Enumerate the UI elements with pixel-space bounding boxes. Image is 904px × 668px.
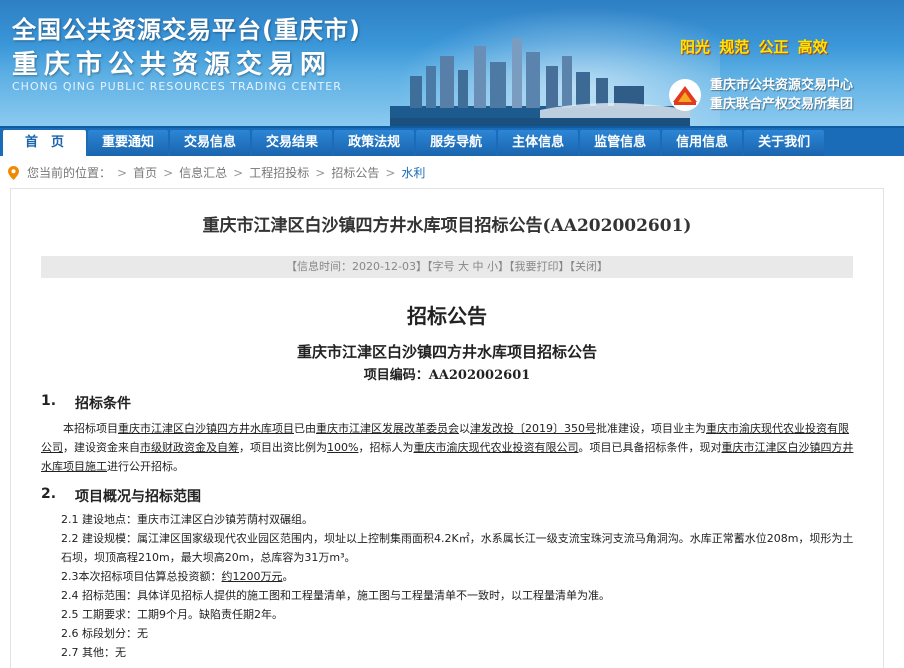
para-text: 本招标项目 xyxy=(63,422,118,435)
para-underlined: 津发改投〔2019〕350号 xyxy=(470,422,596,435)
header-banner: 全国公共资源交易平台(重庆市) 重庆市公共资源交易网 CHONG QING PU… xyxy=(0,0,904,126)
breadcrumb-prefix: 您当前的位置： xyxy=(27,166,112,180)
article-title: 重庆市江津区白沙镇四方井水库项目招标公告(AA202002601) xyxy=(202,216,692,236)
close-link[interactable]: 【关闭】 xyxy=(569,260,608,273)
site-subtitle: 重庆市公共资源交易网 xyxy=(12,50,333,80)
list-item: 2.1 建设地点：重庆市江津区白沙镇芳荫村双碾组。 xyxy=(61,513,313,526)
font-size-large-link[interactable]: 大 xyxy=(458,260,469,273)
nav-item-policies[interactable]: 政策法规 xyxy=(334,130,415,156)
nav-item-credit[interactable]: 信用信息 xyxy=(662,130,743,156)
para-text: ，建设资金来自 xyxy=(63,441,140,454)
breadcrumb-home[interactable]: 首页 xyxy=(133,156,157,190)
org-name-1: 重庆市公共资源交易中心 xyxy=(710,78,854,93)
list-item: 2.5 工期要求：工期9个月。缺陷责任期2年。 xyxy=(61,608,283,621)
para-underlined: 重庆市渝庆现代农业投资有限公司 xyxy=(413,441,579,454)
breadcrumb-separator: > xyxy=(315,166,326,180)
breadcrumb-separator: > xyxy=(117,166,128,180)
item-suffix: 。 xyxy=(282,570,294,583)
list-item: 2.4 招标范围：具体详见招标人提供的施工图和工程量清单，施工图与工程量清单不一… xyxy=(61,589,610,602)
section-title: 招标条件 xyxy=(75,396,131,412)
nav-item-home[interactable]: 首 页 xyxy=(3,130,87,156)
para-text: 。项目已具备招标条件，现对 xyxy=(578,441,722,454)
breadcrumb-separator: > xyxy=(233,166,244,180)
nav-item-notices[interactable]: 重要通知 xyxy=(88,130,169,156)
nav-item-entities[interactable]: 主体信息 xyxy=(498,130,579,156)
project-overview-list: 2.1 建设地点：重庆市江津区白沙镇芳荫村双碾组。 2.2 建设规模：属江津区国… xyxy=(11,510,883,662)
item-prefix: 2.3本次招标项目估算总投资额： xyxy=(61,570,222,583)
breadcrumb-tender-notice[interactable]: 招标公告 xyxy=(331,156,379,190)
font-size-small-link[interactable]: 小】 xyxy=(487,260,509,273)
org-name-2: 重庆联合产权交易所集团 xyxy=(710,97,854,112)
list-item: 2.2 建设规模：属江津区国家级现代农业园区范围内，坝址以上控制集雨面积4.2K… xyxy=(61,532,854,564)
article-container: 重庆市江津区白沙镇四方井水库项目招标公告(AA202002601) 【信息时间：… xyxy=(10,188,884,668)
section-number: 2. xyxy=(41,486,57,502)
para-underlined: 市级财政资金及自筹 xyxy=(140,441,239,454)
para-text: 以 xyxy=(459,422,470,435)
section-title: 项目概况与招标范围 xyxy=(75,489,201,505)
nav-item-trade-results[interactable]: 交易结果 xyxy=(252,130,333,156)
site-title: 全国公共资源交易平台(重庆市) xyxy=(12,16,361,44)
breadcrumb-engineering[interactable]: 工程招投标 xyxy=(249,156,309,190)
site-title-english: CHONG QING PUBLIC RESOURCES TRADING CENT… xyxy=(12,80,342,93)
para-underlined: 100% xyxy=(327,441,359,454)
section-number: 1. xyxy=(41,393,57,409)
nav-item-services[interactable]: 服务导航 xyxy=(416,130,497,156)
project-code: 项目编码：AA202002601 xyxy=(363,368,531,383)
nav-item-trade-info[interactable]: 交易信息 xyxy=(170,130,251,156)
info-time: 【信息时间：2020-12-03】 xyxy=(286,260,427,273)
breadcrumb-separator: > xyxy=(385,166,396,180)
breadcrumb: 您当前的位置： > 首页 > 信息汇总 > 工程招投标 > 招标公告 > 水利 xyxy=(0,156,904,190)
location-pin-icon xyxy=(8,166,19,180)
para-underlined: 重庆市江津区发展改革委员会 xyxy=(316,422,459,435)
para-text: 批准建设，项目业主为 xyxy=(596,422,706,435)
para-text: 进行公开招标。 xyxy=(107,460,184,473)
para-underlined: 重庆市江津区白沙镇四方井水库项目 xyxy=(118,422,294,435)
nav-item-supervision[interactable]: 监管信息 xyxy=(580,130,661,156)
org-names: 重庆市公共资源交易中心 重庆联合产权交易所集团 xyxy=(710,76,853,114)
nav-item-about[interactable]: 关于我们 xyxy=(744,130,825,156)
list-item: 2.3本次招标项目估算总投资额：约1200万元。 xyxy=(61,567,857,586)
tender-conditions-paragraph: 本招标项目重庆市江津区白沙镇四方井水库项目已由重庆市江津区发展改革委员会以津发改… xyxy=(41,419,857,476)
para-text: ，项目出资比例为 xyxy=(239,441,327,454)
item-value: 约1200万元 xyxy=(221,570,283,583)
city-skyline-image xyxy=(390,38,690,126)
para-text: 已由 xyxy=(294,422,316,435)
breadcrumb-water[interactable]: 水利 xyxy=(401,156,425,190)
article-meta-bar: 【信息时间：2020-12-03】【字号 大 中 小】【我要打印】【关闭】 xyxy=(41,256,853,278)
document-subheading: 重庆市江津区白沙镇四方井水库项目招标公告 xyxy=(296,343,597,361)
font-size-medium-link[interactable]: 中 xyxy=(472,260,483,273)
section-heading: 2. 项目概况与招标范围 xyxy=(41,486,883,506)
print-link[interactable]: 【我要打印】 xyxy=(509,260,570,273)
org-logo-icon xyxy=(669,79,701,111)
site-slogan: 阳光 规范 公正 高效 xyxy=(680,38,828,56)
main-nav: 首 页 重要通知 交易信息 交易结果 政策法规 服务导航 主体信息 监管信息 信… xyxy=(0,126,904,156)
section-heading: 1. 招标条件 xyxy=(41,393,883,413)
breadcrumb-separator: > xyxy=(163,166,174,180)
breadcrumb-info-summary[interactable]: 信息汇总 xyxy=(179,156,227,190)
para-text: ，招标人为 xyxy=(358,441,414,454)
list-item: 2.6 标段划分：无 xyxy=(61,627,148,640)
font-size-label: 【字号 xyxy=(426,260,455,273)
document-heading: 招标公告 xyxy=(407,304,487,328)
